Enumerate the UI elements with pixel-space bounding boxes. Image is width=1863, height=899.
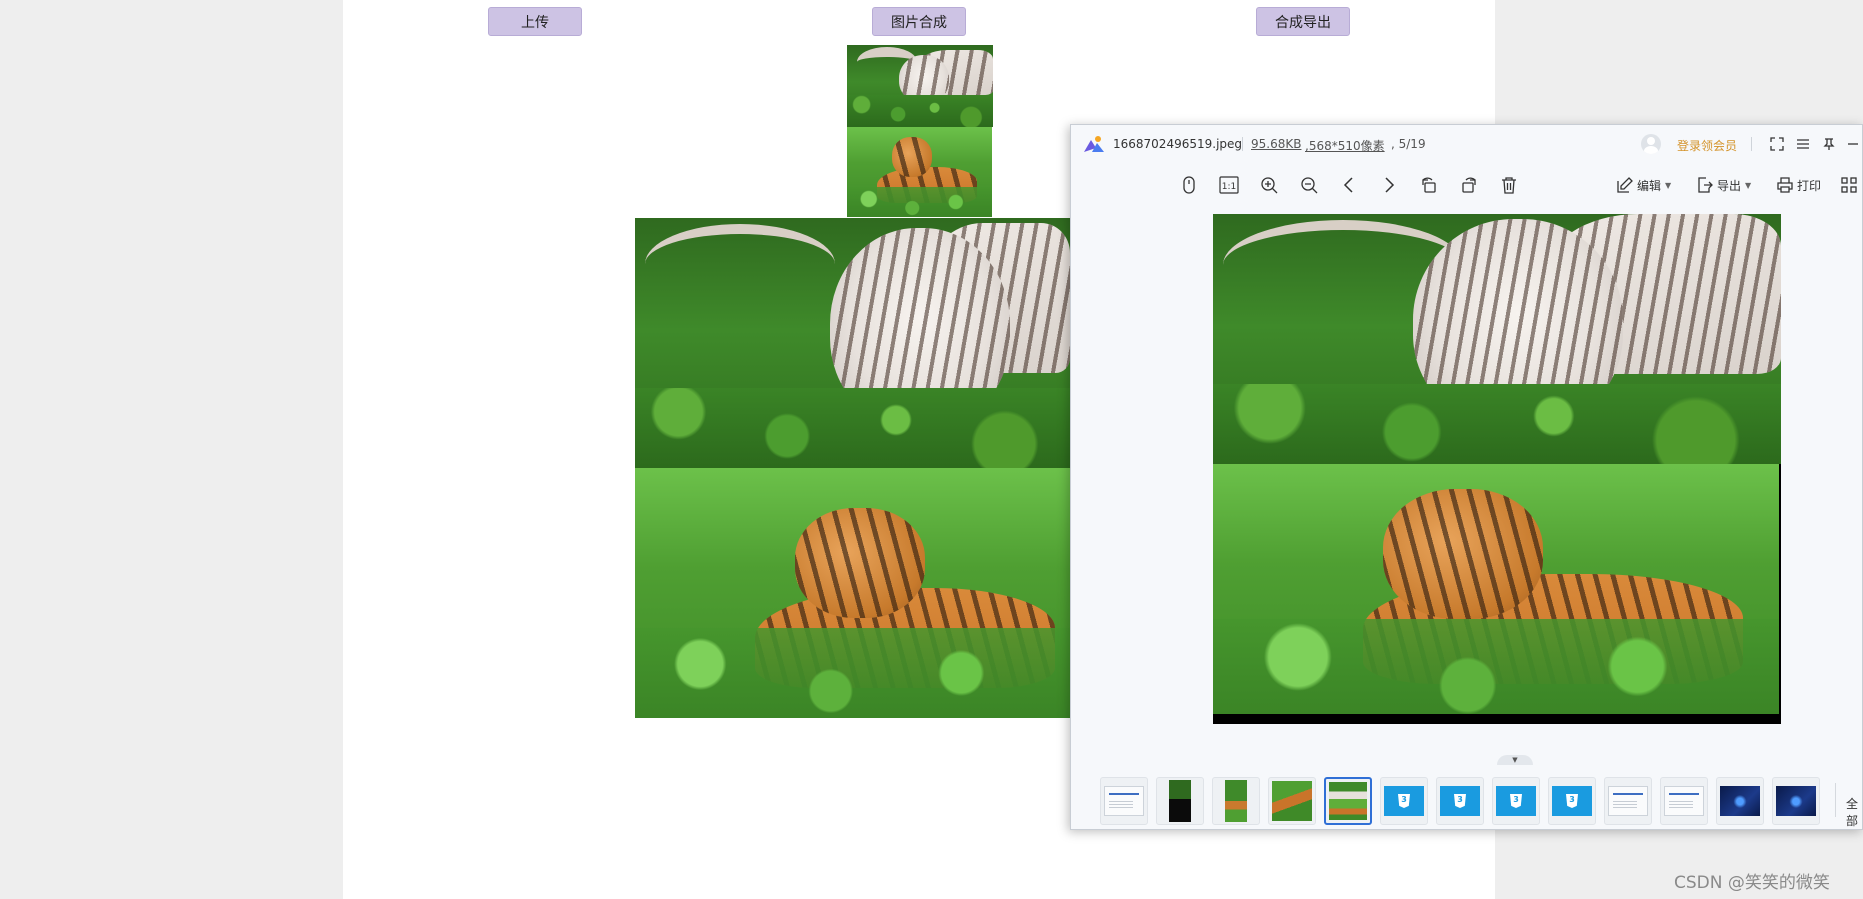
export-icon [1698, 177, 1713, 193]
file-size[interactable]: 95.68KB [1251, 137, 1301, 151]
file-dimensions[interactable]: ,568*510像素 [1305, 137, 1385, 154]
filmstrip-toggle[interactable]: ▼ [1497, 755, 1533, 765]
file-name: 1668702496519.jpeg [1113, 137, 1243, 151]
edit-button[interactable]: 编辑 ▼ [1617, 173, 1671, 197]
actual-size-label: 1:1 [1222, 182, 1236, 192]
prev-icon[interactable] [1337, 173, 1361, 197]
thumbnail[interactable] [1660, 777, 1708, 825]
export-button[interactable]: 合成导出 [1256, 7, 1350, 36]
title-separator [1751, 137, 1752, 151]
mouse-icon[interactable] [1177, 173, 1201, 197]
small-orange-tiger-image [847, 127, 992, 217]
grid-icon[interactable] [1837, 173, 1861, 197]
large-white-tiger-image [635, 218, 1070, 468]
actual-size-icon[interactable]: 1:1 [1217, 173, 1241, 197]
thumbnail[interactable] [1772, 777, 1820, 825]
minimize-icon[interactable] [1843, 134, 1863, 154]
image-viewer-window: 1668702496519.jpeg 95.68KB ,568*510像素 , … [1070, 124, 1863, 830]
fullscreen-icon[interactable] [1767, 134, 1787, 154]
viewer-image [1213, 214, 1781, 724]
chevron-down-icon: ▼ [1745, 180, 1752, 190]
viewer-toolbar: 1:1 编辑 ▼ 导出 ▼ 打印 [1071, 163, 1862, 207]
thumbnail[interactable]: 3 [1548, 777, 1596, 825]
filmstrip: 3 3 3 3 全部 [1071, 765, 1862, 829]
thumbnail-active[interactable] [1324, 777, 1372, 825]
file-index: , 5/19 [1391, 137, 1426, 151]
menu-icon[interactable] [1793, 134, 1813, 154]
thumbnail[interactable] [1212, 777, 1260, 825]
avatar-icon[interactable] [1641, 134, 1661, 154]
compose-button[interactable]: 图片合成 [872, 7, 966, 36]
upload-button[interactable]: 上传 [488, 7, 582, 36]
rotate-right-icon[interactable] [1457, 173, 1481, 197]
viewer-white-tiger [1213, 214, 1781, 464]
zoom-in-icon[interactable] [1257, 173, 1281, 197]
delete-icon[interactable] [1497, 173, 1521, 197]
viewer-orange-tiger [1213, 464, 1779, 714]
edit-icon [1617, 177, 1633, 193]
zoom-out-icon[interactable] [1297, 173, 1321, 197]
viewer-canvas[interactable] [1071, 207, 1862, 724]
thumbnail[interactable]: 3 [1436, 777, 1484, 825]
thumbnail[interactable] [1100, 777, 1148, 825]
large-orange-tiger-image [635, 468, 1070, 718]
next-icon[interactable] [1377, 173, 1401, 197]
rotate-left-icon[interactable] [1417, 173, 1441, 197]
print-icon [1777, 177, 1793, 193]
print-button[interactable]: 打印 [1777, 173, 1821, 197]
login-link[interactable]: 登录领会员 [1677, 137, 1737, 154]
chevron-down-icon: ▼ [1665, 180, 1672, 190]
thumbnail[interactable] [1604, 777, 1652, 825]
edit-label: 编辑 [1637, 178, 1662, 193]
show-all-link[interactable]: 全部 [1846, 795, 1862, 829]
thumbnail[interactable] [1268, 777, 1316, 825]
export-menu-button[interactable]: 导出 ▼ [1697, 173, 1751, 197]
filmstrip-separator [1835, 783, 1836, 817]
app-logo-icon [1084, 136, 1104, 152]
watermark: CSDN @笑笑的微笑 [1674, 873, 1830, 893]
pin-icon[interactable] [1819, 134, 1839, 154]
export-label: 导出 [1717, 178, 1742, 193]
title-separator [1242, 137, 1243, 151]
thumbnail[interactable]: 3 [1492, 777, 1540, 825]
thumbnail[interactable]: 3 [1380, 777, 1428, 825]
thumbnail[interactable] [1156, 777, 1204, 825]
print-label: 打印 [1797, 178, 1822, 193]
thumbnail[interactable] [1716, 777, 1764, 825]
viewer-titlebar: 1668702496519.jpeg 95.68KB ,568*510像素 , … [1071, 125, 1862, 163]
small-white-tiger-image [847, 45, 993, 127]
